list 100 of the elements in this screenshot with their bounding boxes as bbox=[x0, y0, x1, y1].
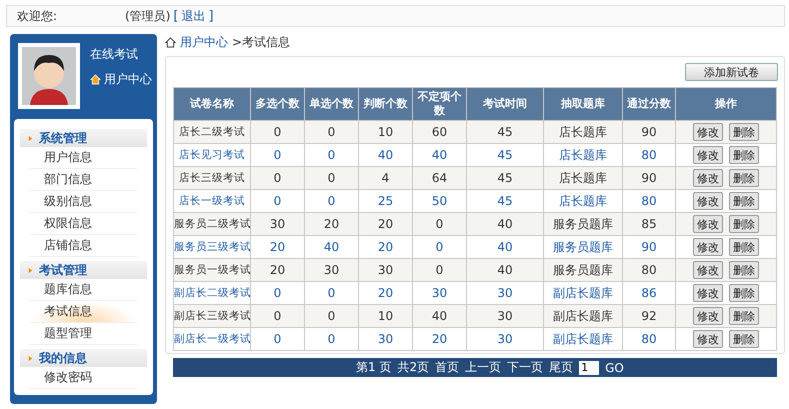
menu-item[interactable]: 权限信息 bbox=[30, 213, 137, 235]
table-cell: 0 bbox=[250, 120, 304, 144]
column-header: 考试时间 bbox=[466, 88, 544, 120]
table-cell: 80 bbox=[622, 258, 676, 282]
edit-button[interactable]: 修改 bbox=[693, 123, 723, 141]
delete-button[interactable]: 删除 bbox=[729, 123, 759, 141]
table-cell: 30 bbox=[466, 304, 544, 328]
table-cell: 10 bbox=[358, 304, 412, 328]
table-cell: 服务员三级考试 bbox=[174, 236, 250, 258]
delete-button[interactable]: 删除 bbox=[729, 307, 759, 325]
edit-button[interactable]: 修改 bbox=[693, 330, 723, 348]
table-cell: 副店长题库 bbox=[544, 282, 622, 304]
menu-item[interactable]: 修改密码 bbox=[30, 367, 137, 389]
menu-item[interactable]: 级别信息 bbox=[30, 191, 137, 213]
menu-group-header[interactable]: 我的信息 bbox=[20, 349, 147, 367]
table-cell: 20 bbox=[358, 282, 412, 304]
edit-button[interactable]: 修改 bbox=[693, 261, 723, 279]
delete-button[interactable]: 删除 bbox=[729, 261, 759, 279]
table-cell: 服务员一级考试 bbox=[174, 258, 250, 282]
edit-button[interactable]: 修改 bbox=[693, 169, 723, 187]
page-number: 第1 页 bbox=[356, 359, 392, 376]
column-header: 操作 bbox=[676, 88, 776, 120]
column-header: 抽取题库 bbox=[544, 88, 622, 120]
table-cell: 90 bbox=[622, 120, 676, 144]
table-cell: 40 bbox=[466, 258, 544, 282]
edit-button[interactable]: 修改 bbox=[693, 146, 723, 164]
arrow-icon bbox=[28, 134, 33, 142]
table-cell: 40 bbox=[466, 236, 544, 258]
go-link[interactable]: GO bbox=[605, 360, 624, 374]
table-cell: 30 bbox=[466, 282, 544, 304]
breadcrumb-current: >考试信息 bbox=[232, 34, 290, 50]
table-cell: 40 bbox=[412, 304, 466, 328]
delete-button[interactable]: 删除 bbox=[729, 192, 759, 210]
column-header: 单选个数 bbox=[304, 88, 358, 120]
table-cell: 副店长题库 bbox=[544, 304, 622, 328]
table-cell: 20 bbox=[358, 236, 412, 258]
table-cell: 30 bbox=[304, 258, 358, 282]
page-input[interactable]: 1 bbox=[579, 360, 600, 374]
table-cell: 服务员二级考试 bbox=[174, 212, 250, 236]
menu-item[interactable]: 题型管理 bbox=[30, 323, 137, 345]
table-cell: 10 bbox=[358, 120, 412, 144]
table-cell: 店长题库 bbox=[544, 144, 622, 166]
delete-button[interactable]: 删除 bbox=[729, 215, 759, 233]
bracket-text: ] bbox=[208, 8, 214, 24]
delete-button[interactable]: 删除 bbox=[729, 146, 759, 164]
delete-button[interactable]: 删除 bbox=[729, 284, 759, 302]
page-link[interactable]: 首页 bbox=[435, 359, 460, 376]
table-cell: 服务员题库 bbox=[544, 236, 622, 258]
edit-button[interactable]: 修改 bbox=[693, 284, 723, 302]
table-cell: 服务员题库 bbox=[544, 258, 622, 282]
column-header: 不定项个数 bbox=[412, 88, 466, 120]
table-cell: 0 bbox=[304, 144, 358, 166]
table-cell: 0 bbox=[250, 328, 304, 350]
table-cell: 副店长三级考试 bbox=[174, 304, 250, 328]
menu-item[interactable]: 部门信息 bbox=[30, 169, 137, 191]
table-cell: 店长三级考试 bbox=[174, 166, 250, 190]
menu-item[interactable]: 用户信息 bbox=[30, 147, 137, 169]
table-cell: 0 bbox=[250, 304, 304, 328]
table-cell: 30 bbox=[358, 258, 412, 282]
table-cell: 20 bbox=[358, 212, 412, 236]
add-exam-button[interactable]: 添加新试卷 bbox=[685, 63, 778, 81]
delete-button[interactable]: 删除 bbox=[729, 169, 759, 187]
edit-button[interactable]: 修改 bbox=[693, 238, 723, 256]
menu-group-header[interactable]: 系统管理 bbox=[20, 129, 147, 147]
menu-item[interactable]: 考试信息 bbox=[30, 301, 137, 323]
table-cell: 20 bbox=[250, 236, 304, 258]
table-cell: 60 bbox=[412, 120, 466, 144]
breadcrumb-link[interactable]: 用户中心 bbox=[180, 34, 228, 50]
menu-group-header[interactable]: 考试管理 bbox=[20, 261, 147, 279]
table-cell: 20 bbox=[250, 258, 304, 282]
arrow-icon bbox=[28, 354, 33, 362]
table-cell: 30 bbox=[412, 282, 466, 304]
page-link[interactable]: 下一页 bbox=[507, 359, 544, 376]
user-center-link[interactable]: 用户中心 bbox=[90, 71, 152, 88]
table-cell: 80 bbox=[622, 144, 676, 166]
edit-button[interactable]: 修改 bbox=[693, 215, 723, 233]
logout-link[interactable]: 退出 bbox=[182, 8, 206, 24]
column-header: 判断个数 bbox=[358, 88, 412, 120]
table-cell: 0 bbox=[304, 120, 358, 144]
table-cell: 45 bbox=[466, 166, 544, 190]
page-link[interactable]: 上一页 bbox=[465, 359, 502, 376]
bracket-text: [ bbox=[173, 8, 178, 24]
page-link[interactable]: 尾页 bbox=[549, 359, 574, 376]
edit-button[interactable]: 修改 bbox=[693, 307, 723, 325]
table-cell: 0 bbox=[412, 258, 466, 282]
table-cell: 40 bbox=[304, 236, 358, 258]
menu-item[interactable]: 店铺信息 bbox=[30, 235, 137, 257]
table-cell: 店长题库 bbox=[544, 166, 622, 190]
table-cell: 店长一级考试 bbox=[174, 190, 250, 212]
table-cell: 40 bbox=[466, 212, 544, 236]
table-cell: 30 bbox=[358, 328, 412, 350]
table-cell: 80 bbox=[622, 328, 676, 350]
table-cell: 店长二级考试 bbox=[174, 120, 250, 144]
table-cell: 服务员题库 bbox=[544, 212, 622, 236]
table-cell: 副店长二级考试 bbox=[174, 282, 250, 304]
edit-button[interactable]: 修改 bbox=[693, 192, 723, 210]
delete-button[interactable]: 删除 bbox=[729, 330, 759, 348]
column-header: 通过分数 bbox=[622, 88, 676, 120]
delete-button[interactable]: 删除 bbox=[729, 238, 759, 256]
table-cell: 4 bbox=[358, 166, 412, 190]
